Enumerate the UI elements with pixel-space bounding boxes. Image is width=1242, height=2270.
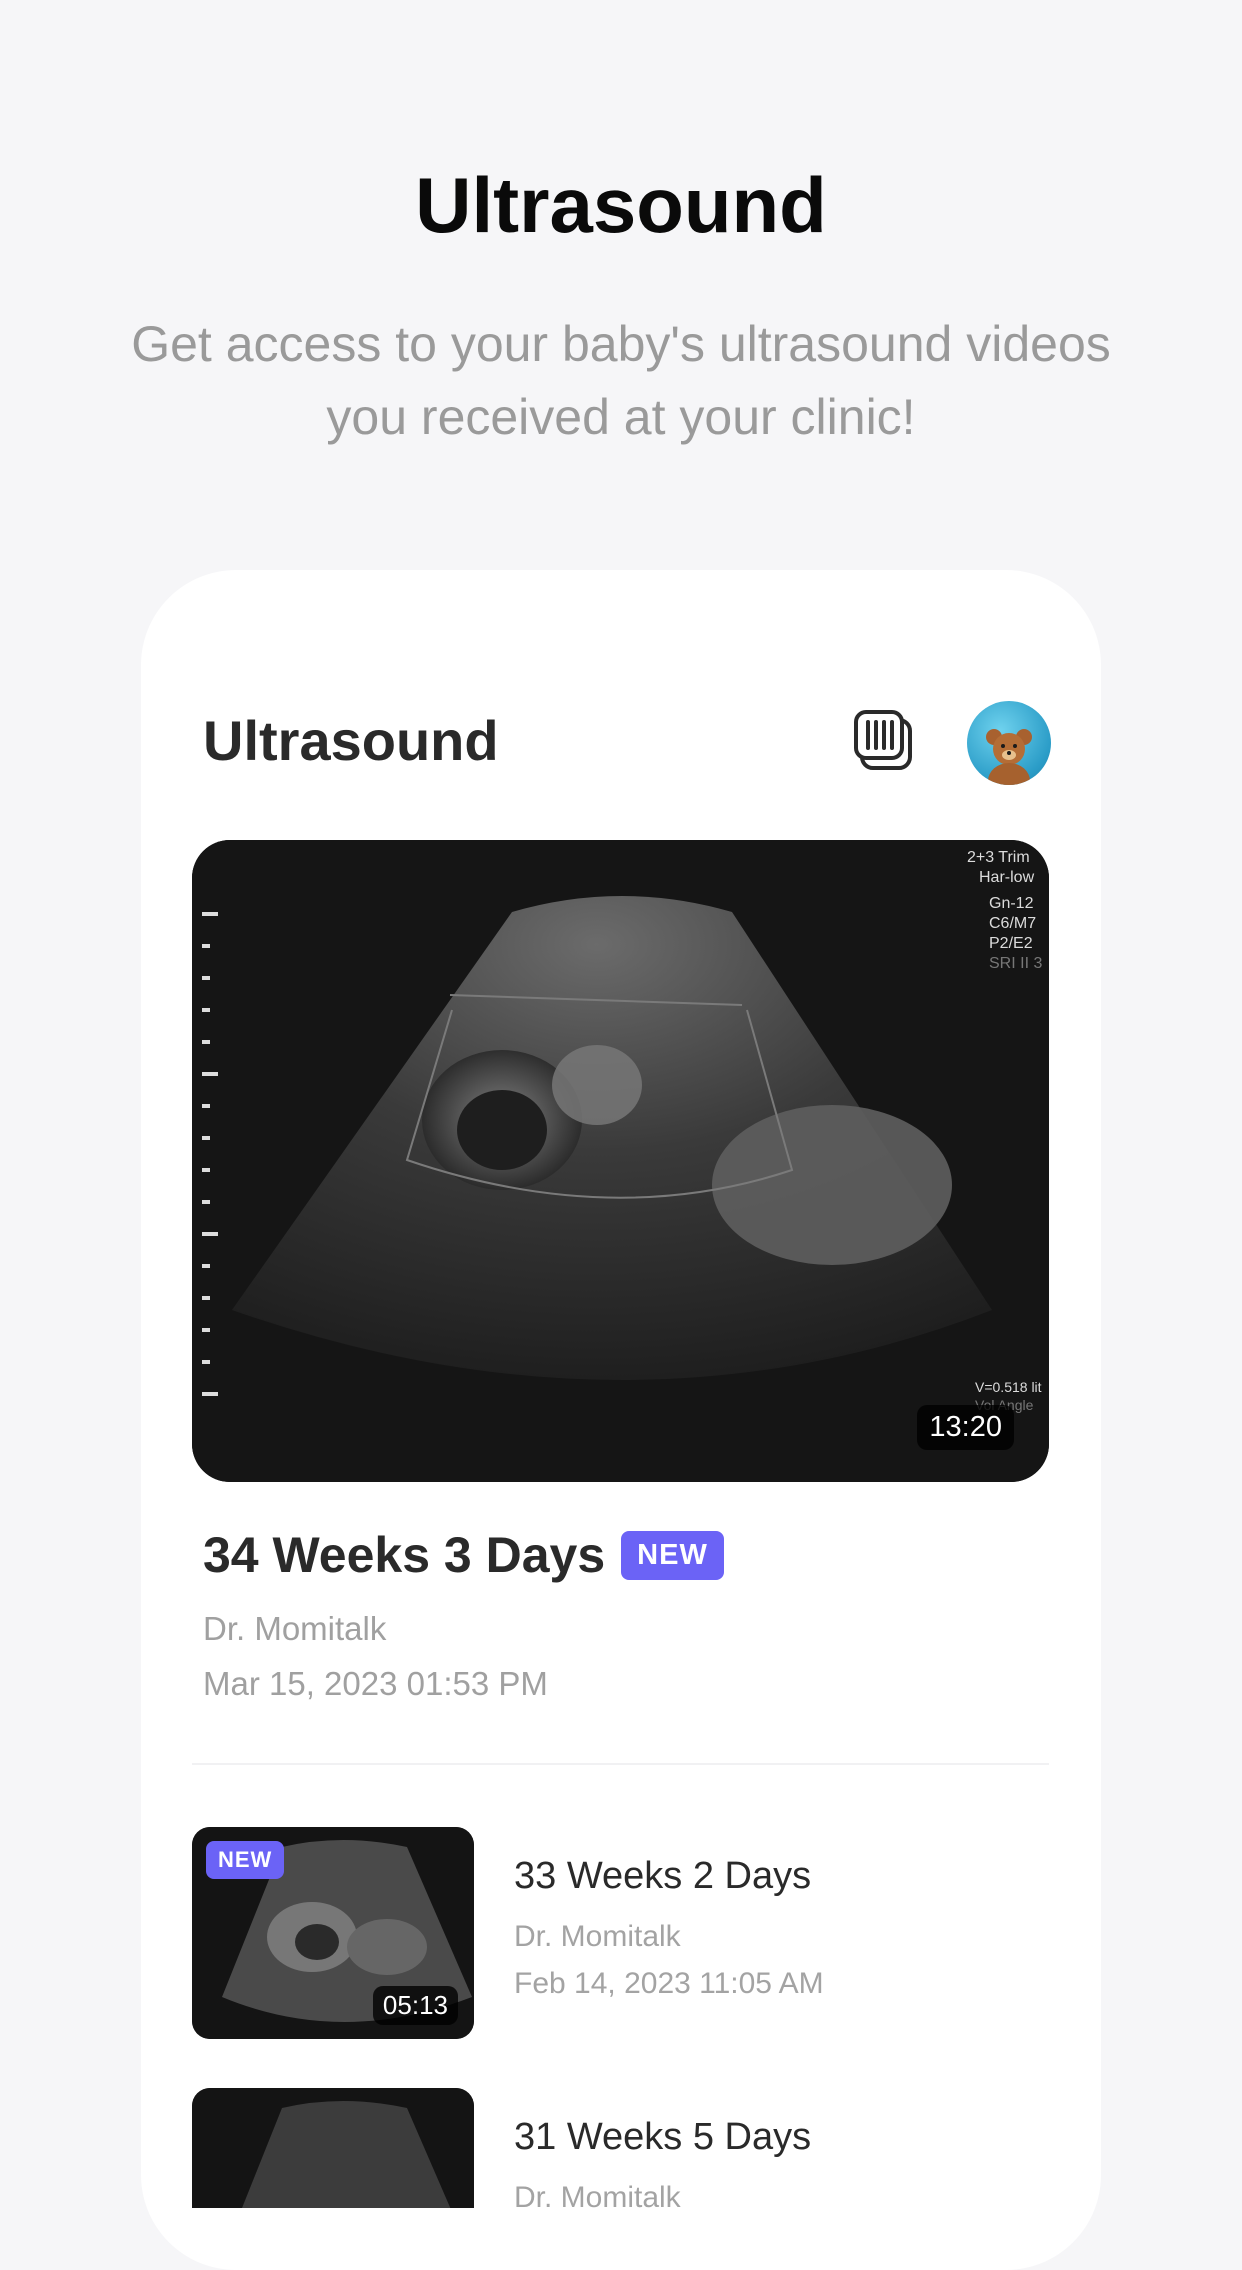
card-title: Ultrasound <box>203 709 499 772</box>
item-doctor: Dr. Momitalk <box>514 2181 681 2208</box>
item-title: 33 Weeks 2 Days <box>514 1855 812 1897</box>
overlay-line: 2+3 Trim <box>967 849 1030 866</box>
new-badge: NEW <box>206 1841 285 1879</box>
featured-video-thumbnail[interactable]: 2+3 Trim Har-low Gn-12 C6/M7 P2/E2 SRI I… <box>192 840 1049 1482</box>
ultrasound-image <box>192 2088 474 2208</box>
duration-badge: 13:20 <box>917 1405 1014 1450</box>
teddy-bear-icon <box>986 729 1032 785</box>
item-date: Feb 14, 2023 11:05 AM <box>514 1967 824 2000</box>
ultrasound-card: Ultrasound 2+3 Trim Har-low Gn-12 C6/M7 … <box>141 570 1101 2270</box>
list-item[interactable]: 31 Weeks 5 Days Dr. Momitalk <box>192 2088 1049 2208</box>
overlay-line: P2/E2 <box>989 935 1033 952</box>
list-thumbnail: NEW 05:13 <box>192 1827 474 2039</box>
overlay-text-top: 2+3 Trim Har-low Gn-12 C6/M7 P2/E2 SRI I… <box>967 848 1047 974</box>
video-list-icon[interactable] <box>854 710 914 772</box>
duration-badge: 05:13 <box>372 1986 458 2025</box>
new-badge: NEW <box>621 1530 724 1580</box>
overlay-line: Har-low <box>979 869 1035 886</box>
overlay-line: C6/M7 <box>989 915 1037 932</box>
featured-doctor: Dr. Momitalk <box>203 1610 387 1647</box>
featured-title: 34 Weeks 3 Days <box>203 1527 606 1583</box>
item-doctor: Dr. Momitalk <box>514 1920 681 1953</box>
list-item[interactable]: NEW 05:13 33 Weeks 2 Days Dr. Momitalk F… <box>192 1827 1049 2039</box>
avatar[interactable] <box>967 701 1051 785</box>
overlay-line: V=0.518 lit <box>975 1379 1042 1395</box>
item-title: 31 Weeks 5 Days <box>514 2116 812 2158</box>
page-subtitle: Get access to your baby's ultrasound vid… <box>131 316 1111 445</box>
overlay-line: Gn-12 <box>989 895 1034 912</box>
featured-title-row: 34 Weeks 3 Days NEW <box>203 1525 724 1585</box>
list-thumbnail <box>192 2088 474 2208</box>
overlay-line: SRI II 3 <box>989 955 1043 972</box>
page-title: Ultrasound <box>415 161 827 249</box>
featured-date: Mar 15, 2023 01:53 PM <box>203 1665 548 1702</box>
ultrasound-image <box>192 840 1049 1482</box>
divider <box>192 1763 1049 1765</box>
